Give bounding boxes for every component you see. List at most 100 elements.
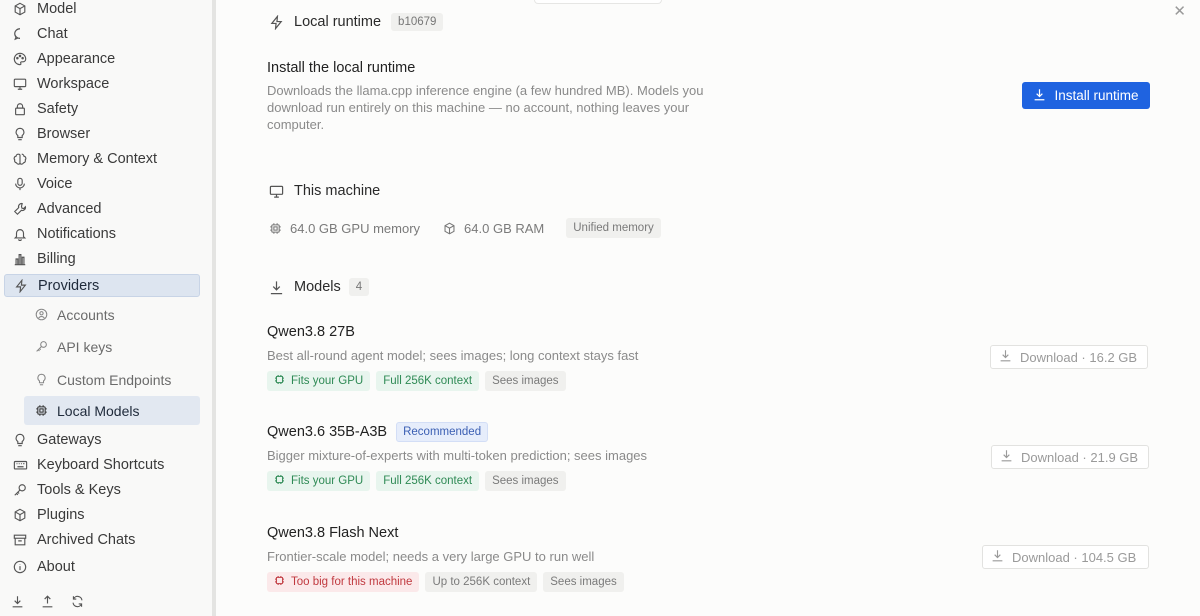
chat-icon: [11, 25, 29, 43]
unified-memory-tag: Unified memory: [566, 218, 661, 238]
fits-gpu-tag: Fits your GPU: [267, 371, 371, 391]
vision-tag: Sees images: [485, 471, 566, 491]
sidebar-item-plugins[interactable]: Plugins: [4, 504, 200, 526]
sidebar-item-keyboard-shortcuts[interactable]: Keyboard Shortcuts: [4, 454, 200, 476]
model-tags: Fits your GPU Full 256K context Sees ima…: [267, 471, 566, 491]
recommended-badge: Recommended: [396, 422, 489, 442]
machine-section-header: This machine: [268, 183, 380, 199]
key-icon: [33, 339, 49, 355]
download-icon: [1000, 449, 1013, 465]
fits-gpu-tag: Fits your GPU: [267, 471, 371, 491]
runtime-section-header: Local runtime b10679: [268, 13, 444, 31]
install-runtime-button[interactable]: Install runtime: [1022, 82, 1150, 109]
gpu-memory-spec: 64.0 GB GPU memory: [268, 221, 420, 236]
close-icon[interactable]: ✕: [1173, 2, 1186, 20]
sidebar-item-archived-chats[interactable]: Archived Chats: [4, 529, 200, 551]
sidebar-item-model[interactable]: Model: [4, 0, 200, 20]
bar-chart-icon: [11, 250, 29, 268]
sidebar-subitem-api-keys[interactable]: API keys: [24, 332, 200, 361]
sidebar-item-appearance[interactable]: Appearance: [4, 48, 200, 70]
bolt-icon: [12, 277, 30, 295]
sidebar-item-safety[interactable]: Safety: [4, 98, 200, 120]
download-model-button[interactable]: Download · 104.5 GB: [982, 545, 1149, 569]
chip-icon: [33, 403, 49, 419]
chip-icon: [274, 575, 285, 589]
upload-icon[interactable]: [40, 594, 54, 608]
sidebar-item-about[interactable]: About: [4, 556, 200, 578]
sidebar-item-chat[interactable]: Chat: [4, 23, 200, 45]
monitor-icon: [268, 183, 284, 199]
models-section-header: Models 4: [268, 278, 370, 296]
sidebar-item-workspace[interactable]: Workspace: [4, 73, 200, 95]
bulb-icon: [11, 125, 29, 143]
model-name: Qwen3.6 35B-A3B Recommended: [267, 422, 489, 442]
install-runtime-title: Install the local runtime: [267, 60, 416, 76]
download-icon: [1033, 88, 1046, 104]
sidebar-item-tools-keys[interactable]: Tools & Keys: [4, 479, 200, 501]
keyboard-icon: [11, 456, 29, 474]
context-tag: Full 256K context: [376, 471, 480, 491]
ram-spec: 64.0 GB RAM: [442, 221, 544, 236]
sidebar-item-providers[interactable]: Providers: [4, 274, 200, 297]
chip-icon: [274, 374, 285, 388]
download-icon: [268, 279, 284, 295]
model-description: Frontier-scale model; needs a very large…: [267, 549, 595, 564]
sidebar-item-memory-context[interactable]: Memory & Context: [4, 148, 200, 170]
brain-icon: [11, 150, 29, 168]
context-tag: Up to 256K context: [425, 572, 538, 592]
sidebar-item-voice[interactable]: Voice: [4, 173, 200, 195]
chip-icon: [274, 474, 285, 488]
bulb-icon: [11, 431, 29, 449]
key-icon: [11, 481, 29, 499]
chip-icon: [268, 221, 282, 235]
models-count-badge: 4: [348, 278, 370, 296]
model-tags: Too big for this machine Up to 256K cont…: [267, 572, 624, 592]
settings-sidebar: Model Chat Appearance Workspace Safety B…: [0, 0, 212, 616]
runtime-title: Local runtime: [294, 14, 382, 30]
refresh-icon[interactable]: [70, 594, 84, 608]
sidebar-footer-actions: [10, 594, 84, 608]
model-name: Qwen3.8 27B: [267, 324, 355, 340]
bell-icon: [11, 225, 29, 243]
model-name: Qwen3.8 Flash Next: [267, 525, 399, 541]
cube-icon: [11, 506, 29, 524]
sidebar-item-gateways[interactable]: Gateways: [4, 429, 200, 451]
lock-icon: [11, 100, 29, 118]
sidebar-item-advanced[interactable]: Advanced: [4, 198, 200, 220]
sidebar-item-billing[interactable]: Billing: [4, 248, 200, 270]
runtime-version-badge: b10679: [391, 13, 444, 31]
bolt-icon: [268, 14, 284, 30]
info-icon: [11, 558, 29, 576]
model-description: Best all-round agent model; sees images;…: [267, 348, 639, 363]
archive-icon: [11, 531, 29, 549]
palette-icon: [11, 50, 29, 68]
cube-icon: [442, 221, 456, 235]
bulb-icon: [33, 372, 49, 388]
download-model-button[interactable]: Download · 16.2 GB: [990, 345, 1148, 369]
machine-specs: 64.0 GB GPU memory 64.0 GB RAM Unified m…: [268, 218, 661, 238]
sidebar-item-browser[interactable]: Browser: [4, 123, 200, 145]
sidebar-item-notifications[interactable]: Notifications: [4, 223, 200, 245]
sidebar-subitem-custom-endpoints[interactable]: Custom Endpoints: [24, 365, 200, 394]
model-tags: Fits your GPU Full 256K context Sees ima…: [267, 371, 566, 391]
vision-tag: Sees images: [543, 572, 624, 592]
download-icon[interactable]: [10, 594, 24, 608]
sidebar-subitem-local-models[interactable]: Local Models: [24, 396, 200, 425]
download-icon: [991, 549, 1004, 565]
vision-tag: Sees images: [485, 371, 566, 391]
cube-icon: [11, 0, 29, 18]
model-description: Bigger mixture-of-experts with multi-tok…: [267, 448, 648, 463]
local-models-panel: ✕ Local runtime b10679 Install the local…: [216, 0, 1200, 616]
too-big-tag: Too big for this machine: [267, 572, 420, 592]
models-title: Models: [294, 279, 341, 295]
download-icon: [999, 349, 1012, 365]
context-tag: Full 256K context: [376, 371, 480, 391]
top-divider-stub: [534, 0, 662, 4]
account-icon: [33, 307, 49, 323]
wrench-icon: [11, 200, 29, 218]
download-model-button[interactable]: Download · 21.9 GB: [991, 445, 1149, 469]
sidebar-subitem-accounts[interactable]: Accounts: [24, 300, 200, 329]
mic-icon: [11, 175, 29, 193]
monitor-icon: [11, 75, 29, 93]
machine-title: This machine: [294, 183, 381, 199]
